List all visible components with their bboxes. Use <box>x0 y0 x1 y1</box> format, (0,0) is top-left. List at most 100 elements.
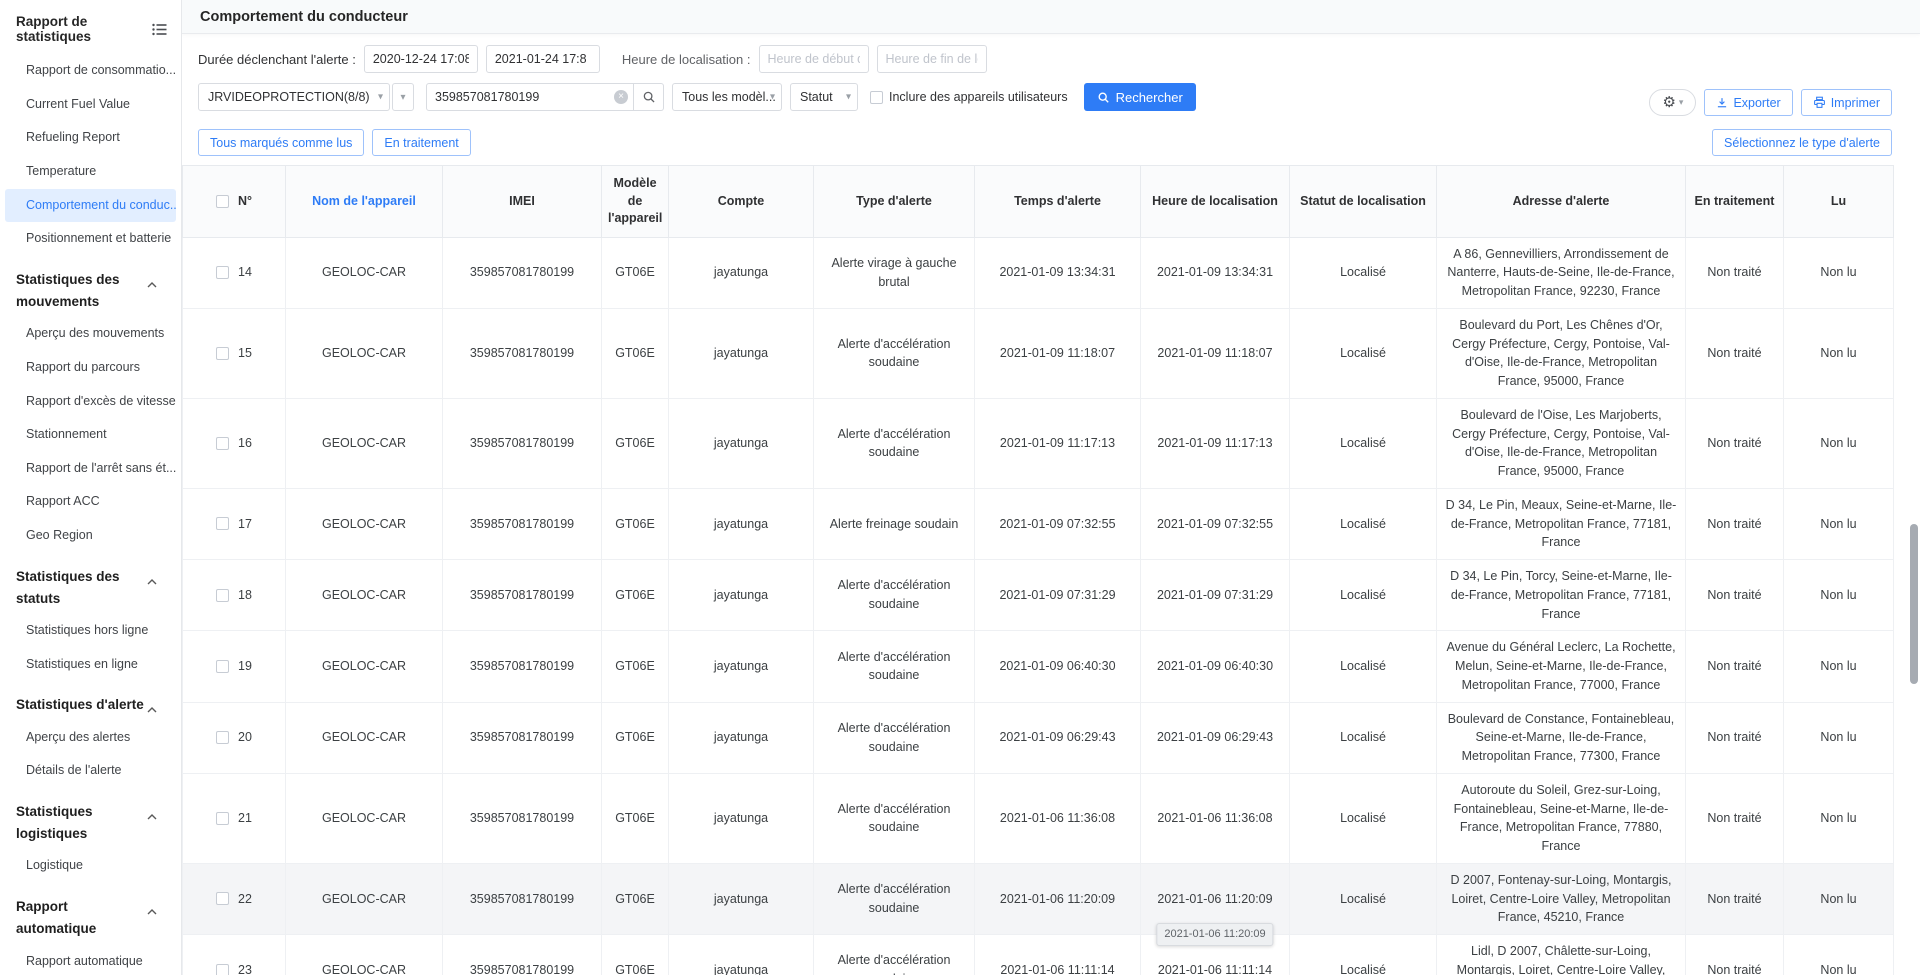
sidebar-item[interactable]: Rapport du parcours <box>0 351 181 385</box>
sidebar-item[interactable]: Aperçu des alertes <box>0 721 181 755</box>
location-start-time-input[interactable] <box>759 45 869 73</box>
cell-account: jayatunga <box>669 308 814 398</box>
column-header-number: N° <box>183 166 286 238</box>
sidebar-item[interactable]: Comportement du conduc... <box>5 189 176 223</box>
row-number: 15 <box>238 344 252 363</box>
processing-button[interactable]: En traitement <box>372 129 470 156</box>
sidebar-group-header[interactable]: Statistiques d'alerte <box>0 681 181 720</box>
cell-processing: Non traité <box>1686 773 1784 863</box>
table-row[interactable]: 21GEOLOC-CAR359857081780199GT06Ejayatung… <box>183 773 1894 863</box>
row-number: 21 <box>238 809 252 828</box>
cell-read: Non lu <box>1784 773 1894 863</box>
table-row[interactable]: 16GEOLOC-CAR359857081780199GT06Ejayatung… <box>183 398 1894 488</box>
row-checkbox[interactable] <box>216 964 229 975</box>
cell-row-select: 15 <box>183 308 286 398</box>
cell-device-model: GT06E <box>602 560 669 631</box>
select-alert-type-button[interactable]: Sélectionnez le type d'alerte <box>1712 129 1892 156</box>
row-checkbox[interactable] <box>216 812 229 825</box>
row-checkbox[interactable] <box>216 731 229 744</box>
sidebar-item[interactable]: Positionnement et batterie <box>0 222 181 256</box>
row-checkbox[interactable] <box>216 660 229 673</box>
status-select[interactable]: Statut ▾ <box>790 83 858 111</box>
sidebar-item[interactable]: Current Fuel Value <box>0 88 181 122</box>
table-row[interactable]: 17GEOLOC-CAR359857081780199GT06Ejayatung… <box>183 488 1894 559</box>
model-select[interactable]: Tous les modèl... ▾ <box>672 83 782 111</box>
sidebar-item[interactable]: Logistique <box>0 849 181 883</box>
export-button[interactable]: Exporter <box>1704 89 1792 116</box>
table-row[interactable]: 22GEOLOC-CAR359857081780199GT06Ejayatung… <box>183 863 1894 934</box>
cell-alert-type: Alerte d'accélération soudaine <box>814 702 975 773</box>
cell-device-model: GT06E <box>602 702 669 773</box>
table-row[interactable]: 20GEOLOC-CAR359857081780199GT06Ejayatung… <box>183 702 1894 773</box>
row-checkbox[interactable] <box>216 347 229 360</box>
cell-loc-status: Localisé <box>1290 488 1437 559</box>
cell-device-name: GEOLOC-CAR <box>286 237 443 308</box>
cell-loc-time: 2021-01-09 07:31:29 <box>1141 560 1290 631</box>
cell-account: jayatunga <box>669 488 814 559</box>
row-checkbox[interactable] <box>216 266 229 279</box>
search-button[interactable]: Rechercher <box>1084 83 1196 111</box>
export-button-label: Exporter <box>1733 96 1780 110</box>
sidebar-item[interactable]: Détails de l'alerte <box>0 754 181 788</box>
settings-button[interactable]: ⚙ ▾ <box>1649 89 1696 116</box>
scrollbar-thumb[interactable] <box>1910 524 1918 684</box>
select-all-checkbox[interactable] <box>216 195 229 208</box>
cell-alert-type: Alerte virage à gauche brutal <box>814 237 975 308</box>
cell-device-name: GEOLOC-CAR <box>286 631 443 702</box>
cell-loc-status: Localisé <box>1290 308 1437 398</box>
account-select[interactable]: JRVIDEOPROTECTION(8/8) ▾ <box>198 83 390 111</box>
cell-imei: 359857081780199 <box>443 773 602 863</box>
sidebar-item[interactable]: Rapport de consommatio... <box>0 54 181 88</box>
sidebar-item[interactable]: Rapport automatique <box>0 945 181 975</box>
sidebar-item[interactable]: Rapport de l'arrêt sans ét... <box>0 452 181 486</box>
clear-icon[interactable]: × <box>614 90 628 104</box>
list-icon[interactable] <box>152 23 167 36</box>
table-row[interactable]: 19GEOLOC-CAR359857081780199GT06Ejayatung… <box>183 631 1894 702</box>
alert-end-date-input[interactable] <box>486 45 600 73</box>
sidebar-item[interactable]: Temperature <box>0 155 181 189</box>
row-checkbox[interactable] <box>216 517 229 530</box>
include-user-devices-checkbox[interactable] <box>870 91 883 104</box>
column-header-address: Adresse d'alerte <box>1437 166 1686 238</box>
sidebar-group-header[interactable]: Rapport automatique <box>0 883 181 945</box>
table-row[interactable]: 18GEOLOC-CAR359857081780199GT06Ejayatung… <box>183 560 1894 631</box>
chevron-down-icon: ▾ <box>846 92 851 103</box>
column-header-device-name[interactable]: Nom de l'appareil <box>286 166 443 238</box>
row-checkbox[interactable] <box>216 589 229 602</box>
alert-start-date-input[interactable] <box>364 45 478 73</box>
mark-all-read-button[interactable]: Tous marqués comme lus <box>198 129 364 156</box>
sidebar-group-header[interactable]: Statistiques des mouvements <box>0 256 181 318</box>
sidebar-item[interactable]: Aperçu des mouvements <box>0 317 181 351</box>
sidebar-item[interactable]: Statistiques en ligne <box>0 648 181 682</box>
printer-icon <box>1813 96 1826 109</box>
sidebar-group-header[interactable]: Statistiques logistiques <box>0 788 181 850</box>
cell-device-name: GEOLOC-CAR <box>286 488 443 559</box>
cell-device-name: GEOLOC-CAR <box>286 308 443 398</box>
cell-device-model: GT06E <box>602 398 669 488</box>
table-row[interactable]: 15GEOLOC-CAR359857081780199GT06Ejayatung… <box>183 308 1894 398</box>
print-button[interactable]: Imprimer <box>1801 89 1892 116</box>
cell-address: A 86, Gennevilliers, Arrondissement de N… <box>1437 237 1686 308</box>
sidebar-item[interactable]: Geo Region <box>0 519 181 553</box>
cell-imei: 359857081780199 <box>443 398 602 488</box>
cell-alert-time: 2021-01-06 11:11:14 <box>975 935 1141 975</box>
imei-search-button[interactable] <box>634 83 664 111</box>
cell-processing: Non traité <box>1686 560 1784 631</box>
row-checkbox[interactable] <box>216 437 229 450</box>
account-tree-expand-button[interactable]: ▾ <box>392 83 414 111</box>
imei-search-input[interactable] <box>426 83 634 111</box>
sidebar-item[interactable]: Statistiques hors ligne <box>0 614 181 648</box>
cell-device-model: GT06E <box>602 773 669 863</box>
sidebar-item[interactable]: Rapport d'excès de vitesse <box>0 385 181 419</box>
sidebar-item[interactable]: Stationnement <box>0 418 181 452</box>
sidebar-group-label: Statistiques des statuts <box>16 569 120 606</box>
row-checkbox[interactable] <box>216 892 229 905</box>
datetime-tooltip: 2021-01-06 11:20:09 <box>1156 923 1273 946</box>
table-row[interactable]: 23GEOLOC-CAR359857081780199GT06Ejayatung… <box>183 935 1894 975</box>
sidebar-item[interactable]: Refueling Report <box>0 121 181 155</box>
table-row[interactable]: 14GEOLOC-CAR359857081780199GT06Ejayatung… <box>183 237 1894 308</box>
sidebar-item[interactable]: Rapport ACC <box>0 485 181 519</box>
sidebar-group-header[interactable]: Statistiques des statuts <box>0 553 181 615</box>
location-end-time-input[interactable] <box>877 45 987 73</box>
cell-loc-time: 2021-01-09 07:32:55 <box>1141 488 1290 559</box>
